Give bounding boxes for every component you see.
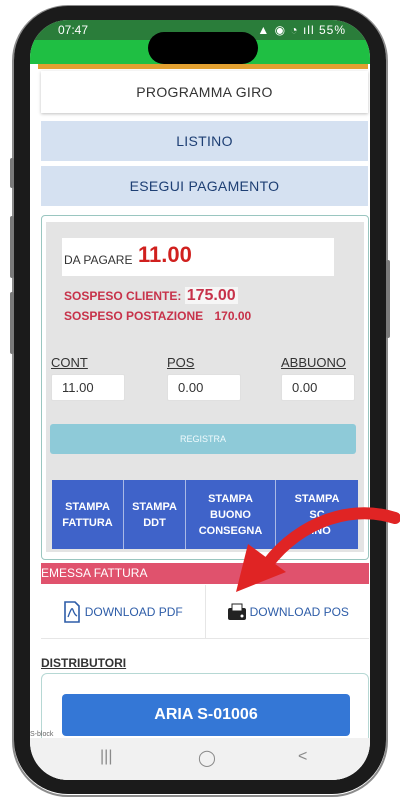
abbuono-label: ABBUONO <box>281 355 347 370</box>
stampa-fattura-line2: FATTURA <box>62 516 113 529</box>
stampa-scarico-line1: STAMPA <box>294 492 340 505</box>
header-accent-bar <box>38 64 368 69</box>
phone-volume-button <box>10 158 14 188</box>
abbuono-input[interactable]: 0.00 <box>281 374 355 401</box>
registra-button[interactable]: REGISTRA <box>50 424 356 454</box>
sospeso-cliente-label: SOSPESO CLIENTE: <box>64 289 182 303</box>
stampa-ddt-line1: STAMPA <box>132 500 177 513</box>
sospeso-postazione-label: SOSPESO POSTAZIONE <box>64 309 204 323</box>
amount-due-value: 11.00 <box>138 242 192 267</box>
pos-input[interactable]: 0.00 <box>167 374 241 401</box>
download-row: DOWNLOAD PDF DOWNLOAD POS <box>41 585 369 639</box>
sospeso-postazione: SOSPESO POSTAZIONE 170.00 <box>64 309 251 323</box>
home-icon[interactable]: ◯ <box>198 748 216 768</box>
phone-power-button <box>386 260 390 338</box>
phone-side-button <box>10 292 14 354</box>
receipt-printer-icon <box>227 603 246 620</box>
android-nav-bar: ||| ◯ < <box>30 738 370 780</box>
stampa-scarico-line3: RINO <box>303 524 331 537</box>
stampa-buono-line2: BUONO <box>210 508 251 521</box>
distributor-button[interactable]: ARIA S-01006 <box>62 694 350 736</box>
sospeso-postazione-value: 170.00 <box>214 309 252 323</box>
stampa-buono-line1: STAMPA <box>208 492 253 505</box>
download-pos-link[interactable]: DOWNLOAD POS <box>206 585 370 638</box>
stampa-fattura-button[interactable]: STAMPA FATTURA <box>52 480 124 549</box>
stampa-ddt-line2: DDT <box>143 516 166 529</box>
print-button-row: STAMPA FATTURA STAMPA DDT STAMPA BUONO CONSE… <box>52 480 358 549</box>
back-icon[interactable]: < <box>298 748 307 766</box>
download-pdf-link[interactable]: DOWNLOAD PDF <box>41 585 206 638</box>
stampa-scarico-line2: SC <box>309 508 325 521</box>
pdf-icon <box>63 600 80 623</box>
status-icons: ▲ ◉ ◔ ıll 55% <box>257 23 346 37</box>
stampa-buono-line3: CONSEGNA <box>198 524 263 537</box>
listino-button[interactable]: LISTINO <box>41 121 368 161</box>
recent-apps-icon[interactable]: ||| <box>100 748 112 766</box>
distributori-heading: DISTRIBUTORI <box>41 656 127 670</box>
stampa-buono-consegna-button[interactable]: STAMPA BUONO CONSEGNA <box>186 480 276 549</box>
esegui-pagamento-button[interactable]: ESEGUI PAGAMENTO <box>41 166 368 206</box>
phone-volume-button-2 <box>10 216 14 278</box>
download-pos-label: DOWNLOAD POS <box>249 604 349 619</box>
app-screen: 07:47 ▲ ◉ ◔ ıll 55% P O PROGRAMMA GIRO L… <box>30 20 370 780</box>
status-time: 07:47 <box>58 23 89 37</box>
amount-due-label: DA PAGARE <box>64 253 133 267</box>
battery-percent: 55% <box>318 23 346 37</box>
programma-giro-button[interactable]: PROGRAMMA GIRO <box>41 71 368 113</box>
stampa-scarico-button[interactable]: STAMPA SC RINO <box>276 480 358 549</box>
watermark-text: S-block <box>30 731 54 738</box>
download-pdf-label: DOWNLOAD PDF <box>84 604 183 619</box>
cont-label: CONT <box>51 355 88 370</box>
pos-label: POS <box>167 355 195 370</box>
amount-due-box: DA PAGARE 11.00 <box>62 238 334 276</box>
emessa-fattura-bar: EMESSA FATTURA <box>41 563 369 584</box>
camera-notch <box>148 32 258 64</box>
cont-input[interactable]: 11.00 <box>51 374 125 401</box>
sospeso-cliente: SOSPESO CLIENTE: 175.00 <box>64 287 238 305</box>
sospeso-cliente-value: 175.00 <box>184 287 238 304</box>
stampa-ddt-button[interactable]: STAMPA DDT <box>124 480 186 549</box>
signal-icon: ▲ ◉ ◔ ıll <box>257 23 315 37</box>
stampa-fattura-line1: STAMPA <box>65 500 110 513</box>
